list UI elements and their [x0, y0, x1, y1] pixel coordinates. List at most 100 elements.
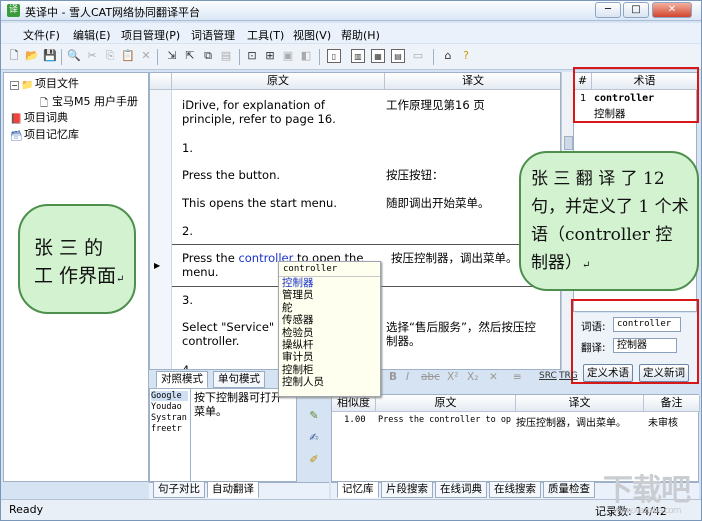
tm-row-target[interactable]: 按压控制器，调出菜单。: [516, 414, 644, 429]
target-tag-icon[interactable]: TRG: [559, 371, 578, 381]
maximize-button[interactable]: □: [623, 2, 649, 18]
engine-freetr[interactable]: freetr: [151, 424, 182, 434]
import-icon[interactable]: ⇲: [165, 49, 179, 63]
segment-5-source[interactable]: 2.: [182, 224, 193, 238]
confirm-icon[interactable]: ▣: [281, 49, 295, 63]
scroll-thumb[interactable]: [564, 136, 573, 150]
segment-2-source[interactable]: 1.: [182, 141, 193, 155]
unlock-icon[interactable]: ◧: [299, 49, 313, 63]
layout-single-icon[interactable]: ▯: [327, 49, 341, 63]
autocomplete-item[interactable]: 控制柜: [279, 364, 380, 376]
home-icon[interactable]: ⌂: [441, 49, 455, 63]
autocomplete-item[interactable]: 管理员: [279, 289, 380, 301]
dictionary-icon: 📕: [10, 114, 23, 125]
tree-node-dictionary[interactable]: 📕 项目词典: [10, 109, 68, 125]
tab-memory[interactable]: 记忆库: [337, 481, 379, 498]
clear-format-icon[interactable]: ✕: [489, 371, 498, 383]
apply-mt-icon[interactable]: ✐: [307, 453, 321, 467]
engine-youdao[interactable]: Youdao: [151, 402, 182, 412]
tab-sentence-compare[interactable]: 句子对比: [153, 481, 205, 498]
tm-header-source: 原文: [376, 395, 516, 412]
grid-header-source[interactable]: 原文: [172, 73, 385, 90]
tm-row-note: 未审核: [648, 418, 678, 429]
right-callout: 张 三 翻 译 了 12 句，并定义了 1 个术语（controller 控制器…: [519, 151, 699, 291]
tab-online-search[interactable]: 在线搜索: [489, 481, 541, 498]
segment-1-target[interactable]: 工作原理见第16 页: [386, 98, 556, 112]
tab-single-mode[interactable]: 单句模式: [213, 371, 265, 388]
segment-8-target[interactable]: 选择“售后服务”，然后按压控制器。: [386, 320, 536, 348]
segment-9-source[interactable]: 4.: [182, 363, 193, 369]
italic-icon[interactable]: I: [406, 371, 409, 383]
document-icon: 🗋: [39, 98, 49, 109]
edit-mt-icon[interactable]: ✍: [307, 431, 321, 445]
menu-tools[interactable]: 工具(T): [247, 27, 284, 43]
accept-mt-icon[interactable]: ✎: [307, 409, 321, 423]
window-title: 英译中 - 雪人CAT网络协同翻译平台: [25, 6, 201, 19]
tree-node-memory[interactable]: 🗃项目记忆库: [10, 126, 79, 142]
superscript-icon[interactable]: X²: [447, 371, 458, 383]
tab-online-dictionary[interactable]: 在线词典: [435, 481, 487, 498]
mt-divider: [190, 389, 191, 481]
autocomplete-item[interactable]: 传感器: [279, 314, 380, 326]
title-bar: 译 英译中 - 雪人CAT网络协同翻译平台 ─ □ ✕: [1, 1, 701, 21]
next-segment-icon[interactable]: ⊞: [263, 49, 277, 63]
menu-terms[interactable]: 词语管理: [191, 27, 235, 43]
find-icon[interactable]: 🔍: [67, 49, 81, 63]
autocomplete-item[interactable]: 控制人员: [279, 376, 380, 388]
tree-node-project-files[interactable]: − 📁 项目文件: [10, 75, 79, 91]
segment-1-source[interactable]: iDrive, for explanation of principle, re…: [182, 98, 372, 126]
minimize-button[interactable]: ─: [595, 2, 621, 18]
tab-auto-translate[interactable]: 自动翻译: [207, 481, 259, 498]
segment-3-source[interactable]: Press the button.: [182, 168, 280, 182]
copy-icon[interactable]: ⎘: [103, 49, 117, 63]
tab-quality-check[interactable]: 质量检查: [543, 481, 595, 498]
clear-icon[interactable]: ▤: [219, 49, 233, 63]
tab-fragment-search[interactable]: 片段搜索: [381, 481, 433, 498]
new-file-icon[interactable]: 🗋: [7, 49, 21, 63]
collapse-icon[interactable]: −: [10, 81, 19, 90]
memory-icon: 🗃: [10, 131, 23, 142]
menu-file[interactable]: 文件(F): [23, 27, 60, 43]
delete-icon[interactable]: ✕: [139, 49, 153, 63]
export-icon[interactable]: ⇱: [183, 49, 197, 63]
folder-icon: 📁: [21, 80, 34, 91]
open-folder-icon[interactable]: 📂: [25, 49, 39, 63]
layout-hidden-icon[interactable]: ▭: [411, 49, 425, 63]
mt-output[interactable]: 按下控制器可打开菜单。: [194, 391, 288, 419]
cut-icon[interactable]: ✂: [85, 49, 99, 63]
tree-node-manual[interactable]: 🗋 宝马M5 用户手册: [38, 93, 138, 109]
autocomplete-item[interactable]: 操纵杆: [279, 339, 380, 351]
save-icon[interactable]: 💾: [43, 49, 57, 63]
tm-row-source[interactable]: Press the controller to op: [378, 415, 516, 425]
menu-help[interactable]: 帮助(H): [341, 27, 380, 43]
segment-4-target[interactable]: 随即调出开始菜单。: [386, 196, 490, 210]
segment-7-source[interactable]: 3.: [182, 293, 193, 307]
copy-source-icon[interactable]: ⧉: [201, 49, 215, 63]
strikethrough-icon[interactable]: abc: [421, 371, 440, 383]
grid-header-target[interactable]: 译文: [385, 73, 560, 90]
bold-icon[interactable]: B: [389, 371, 397, 383]
autocomplete-item[interactable]: 舵: [279, 302, 380, 314]
watermark-logo: 下载吧: [603, 473, 691, 508]
engine-google[interactable]: Google: [151, 391, 188, 401]
help-icon[interactable]: ?: [459, 49, 473, 63]
align-icon[interactable]: ≡: [513, 371, 522, 383]
autocomplete-item[interactable]: 控制器: [279, 277, 380, 289]
layout-split-icon[interactable]: ▥: [351, 49, 365, 63]
subscript-icon[interactable]: X₂: [467, 371, 478, 383]
segment-3-target[interactable]: 按压按钮：: [386, 168, 444, 182]
close-button[interactable]: ✕: [652, 2, 692, 18]
tab-compare-mode[interactable]: 对照模式: [156, 371, 208, 388]
menu-view[interactable]: 视图(V): [293, 27, 331, 43]
engine-systran[interactable]: Systran: [151, 413, 187, 423]
paste-icon[interactable]: 📋: [121, 49, 135, 63]
prev-segment-icon[interactable]: ⊡: [245, 49, 259, 63]
layout-list-icon[interactable]: ▤: [391, 49, 405, 63]
segment-4-source[interactable]: This opens the start menu.: [182, 196, 337, 210]
menu-project[interactable]: 项目管理(P): [121, 27, 180, 43]
layout-tiles-icon[interactable]: ▦: [371, 49, 385, 63]
autocomplete-item[interactable]: 检验员: [279, 327, 380, 339]
autocomplete-item[interactable]: 审计员: [279, 351, 380, 363]
source-tag-icon[interactable]: SRC: [539, 371, 557, 381]
menu-edit[interactable]: 编辑(E): [73, 27, 111, 43]
